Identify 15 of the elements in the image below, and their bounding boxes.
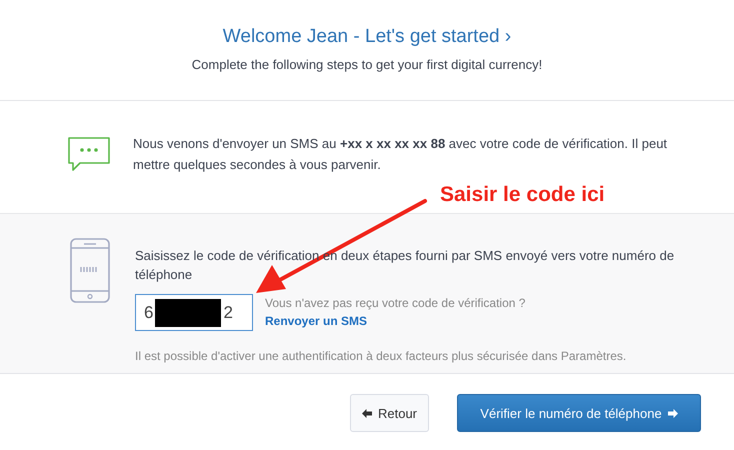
verify-phone-button[interactable]: Vérifier le numéro de téléphone [457,394,701,432]
back-button[interactable]: Retour [350,394,429,432]
security-note: Il est possible d'activer une authentification à deux facteurs plus sécurisée dans Paramètres. [135,349,628,363]
redaction-bar [155,298,222,326]
right-arrow-icon [668,408,678,418]
annotation-label: Saisir le code ici [440,183,605,207]
not-received-text: Vous n'avez pas reçu votre code de vérification ? [265,296,526,310]
code-input-field[interactable]: 6 2 [135,294,253,331]
page-subtitle: Complete the following steps to get your first digital currency! [192,57,542,72]
resend-sms-link[interactable]: Renvoyer un SMS [265,314,526,328]
page-title: Welcome Jean - Let's get started › [222,26,512,48]
chat-bubble-icon [67,136,111,172]
phone-icon [70,238,110,303]
left-arrow-icon [362,408,372,418]
sms-notice: Nous venons d'envoyer un SMS au +xx x xx xx xx 88 avec votre code de vérification. Il peut mettre quelques secondes à vous parvenir. [133,135,668,174]
